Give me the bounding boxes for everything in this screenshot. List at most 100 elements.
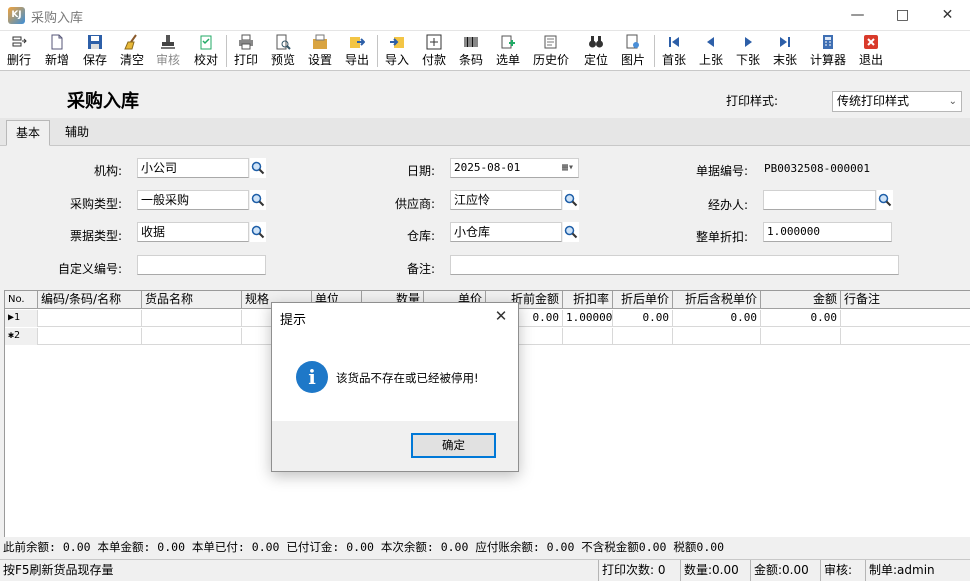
supplier-field[interactable]: 江应怜	[450, 190, 562, 210]
close-window-button[interactable]: ✕	[925, 0, 970, 31]
discount-field[interactable]: 1.000000	[763, 222, 892, 242]
column-header-amount[interactable]: 金额	[761, 291, 841, 309]
dialog-title: 提示	[280, 313, 307, 328]
maximize-button[interactable]: □	[880, 0, 925, 31]
handler-lookup-button[interactable]	[877, 190, 893, 210]
calculator-button[interactable]: 计算器	[807, 33, 849, 69]
check-list-icon	[200, 35, 212, 50]
payment-button[interactable]: 付款	[419, 33, 449, 69]
warehouse-lookup-button[interactable]	[563, 222, 579, 242]
doc-no-value: PB0032508-000001	[764, 162, 870, 175]
status-quantity: 数量:0.00	[680, 560, 742, 581]
search-icon	[251, 193, 265, 207]
handler-label: 经办人:	[707, 198, 748, 212]
alert-dialog: 提示 ✕ i 该货品不存在或已经被停用! 确定	[271, 302, 519, 472]
remark-field[interactable]	[450, 255, 899, 275]
purchase-type-lookup-button[interactable]	[250, 190, 266, 210]
preview-button[interactable]: 预览	[268, 33, 298, 69]
supplier-lookup-button[interactable]	[563, 190, 579, 210]
column-header-row-remark[interactable]: 行备注	[841, 291, 970, 309]
org-field[interactable]: 小公司	[137, 158, 249, 178]
next-record-button[interactable]: 下张	[733, 33, 763, 69]
warehouse-field[interactable]: 小仓库	[450, 222, 562, 242]
purchase-type-label: 采购类型:	[69, 197, 122, 211]
tab-strip: 基本 辅助	[0, 118, 970, 146]
exit-button[interactable]: 退出	[856, 33, 886, 69]
import-icon	[390, 37, 404, 48]
date-label: 日期:	[406, 164, 435, 178]
first-record-icon	[669, 37, 679, 47]
toolbar-separator	[377, 35, 378, 67]
payment-icon	[426, 34, 442, 50]
column-header-discounted-tax-price[interactable]: 折后含税单价	[673, 291, 761, 309]
save-disk-icon	[88, 35, 102, 49]
export-button[interactable]: 导出	[342, 33, 372, 69]
form-title: 采购入库	[67, 91, 139, 112]
settings-icon	[313, 34, 327, 49]
barcode-button[interactable]: 条码	[456, 33, 486, 69]
bill-type-field[interactable]: 收据	[137, 222, 249, 242]
status-print-count: 打印次数: 0	[598, 560, 669, 581]
column-header-discount-rate[interactable]: 折扣率	[563, 291, 613, 309]
locate-button[interactable]: 定位	[581, 33, 611, 69]
status-bar: 按F5刷新货品现存量 打印次数: 0 数量:0.00 金额:0.00 审核: 制…	[0, 559, 970, 581]
import-button[interactable]: 导入	[382, 33, 412, 69]
column-header-code[interactable]: 编码/条码/名称	[38, 291, 142, 309]
print-button[interactable]: 打印	[231, 33, 261, 69]
dialog-body: i 该货品不存在或已经被停用!	[272, 333, 518, 421]
new-button[interactable]: 新增	[42, 33, 72, 69]
proofread-button[interactable]: 校对	[191, 33, 221, 69]
first-record-button[interactable]: 首张	[659, 33, 689, 69]
exit-icon	[864, 35, 878, 49]
calendar-dropdown-icon[interactable]: ▦▾	[562, 159, 574, 177]
clear-button[interactable]: 清空	[117, 33, 147, 69]
picture-icon	[626, 34, 639, 49]
previous-record-button[interactable]: 上张	[696, 33, 726, 69]
print-style-select[interactable]: 传统打印样式 ⌄	[832, 91, 962, 112]
toolbar-separator	[226, 35, 227, 67]
save-button[interactable]: 保存	[80, 33, 110, 69]
column-header-name[interactable]: 货品名称	[142, 291, 242, 309]
custom-no-field[interactable]	[137, 255, 266, 275]
purchase-type-field[interactable]: 一般采购	[137, 190, 249, 210]
handler-field[interactable]	[763, 190, 876, 210]
calculator-icon	[823, 35, 833, 49]
tab-auxiliary[interactable]: 辅助	[56, 120, 98, 146]
status-creator: 制单:admin	[865, 560, 938, 581]
last-record-button[interactable]: 末张	[770, 33, 800, 69]
settings-button[interactable]: 设置	[305, 33, 335, 69]
delete-row-button[interactable]: 删行	[4, 33, 34, 69]
column-header-discounted-price[interactable]: 折后单价	[613, 291, 673, 309]
dialog-close-button[interactable]: ✕	[490, 305, 512, 327]
doc-no-label: 单据编号:	[695, 164, 748, 178]
date-field[interactable]: 2025-08-01 ▦▾	[450, 158, 579, 178]
summary-line: 此前余额: 0.00 本单金额: 0.00 本单已付: 0.00 已付订金: 0…	[3, 540, 725, 554]
supplier-label: 供应商:	[394, 197, 435, 211]
select-order-button[interactable]: 选单	[493, 33, 523, 69]
picture-button[interactable]: 图片	[618, 33, 648, 69]
search-icon	[564, 225, 578, 239]
toolbar: 删行 新增 保存 清空 审核 校对 打印 预览 设置 导出 导入 付款 条码 选…	[0, 31, 970, 71]
org-lookup-button[interactable]	[250, 158, 266, 178]
search-icon	[878, 193, 892, 207]
export-icon	[350, 37, 365, 48]
app-logo-icon: KJ	[8, 7, 25, 24]
new-document-icon	[51, 34, 63, 50]
price-history-button[interactable]: 历史价	[530, 33, 572, 69]
ok-button[interactable]: 确定	[411, 433, 496, 458]
printer-icon	[239, 34, 253, 50]
tab-basic[interactable]: 基本	[6, 120, 51, 146]
dialog-footer: 确定	[272, 421, 518, 471]
search-icon	[251, 225, 265, 239]
toolbar-separator	[654, 35, 655, 67]
bill-type-lookup-button[interactable]	[250, 222, 266, 242]
title-bar: KJ 采购入库 — □ ✕	[0, 0, 970, 31]
audit-button[interactable]: 审核	[153, 33, 183, 69]
select-order-icon	[501, 35, 515, 49]
column-header-no[interactable]: No.	[5, 291, 38, 309]
stamp-icon	[161, 35, 175, 49]
chevron-down-icon: ⌄	[948, 96, 957, 107]
minimize-button[interactable]: —	[835, 0, 880, 31]
status-audit: 审核:	[820, 560, 855, 581]
preview-icon	[276, 34, 291, 50]
